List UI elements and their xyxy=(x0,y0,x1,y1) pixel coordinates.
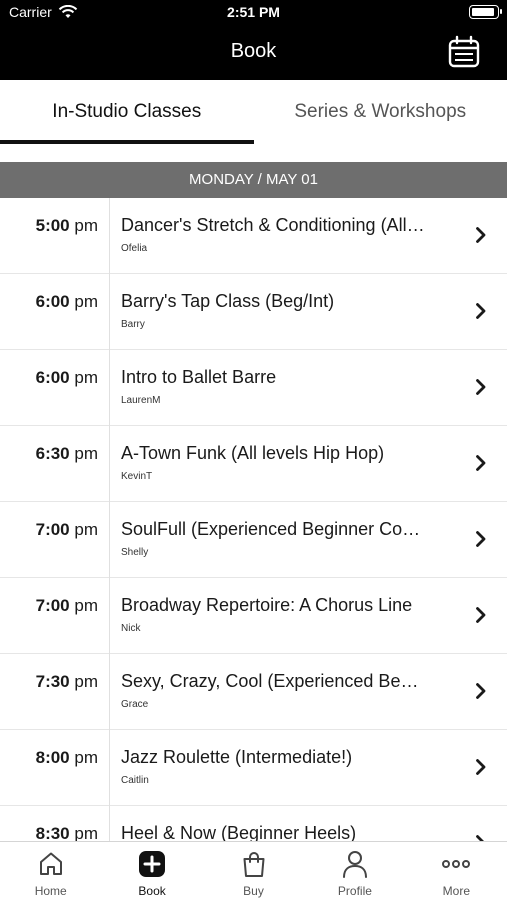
class-name: Broadway Repertoire: A Chorus Line xyxy=(121,595,413,615)
shopping-bag-icon xyxy=(243,852,265,877)
battery-icon xyxy=(469,5,502,19)
chevron-right-icon xyxy=(476,379,486,395)
class-row[interactable]: 7:30 pm Sexy, Crazy, Cool (Experienced B… xyxy=(0,654,507,730)
time-column: 5:00 pm xyxy=(0,198,110,274)
class-name: Dancer's Stretch & Conditioning (All… xyxy=(121,215,425,235)
instructor-name: Grace xyxy=(121,699,149,710)
active-tab-indicator xyxy=(0,140,254,144)
class-list[interactable]: 5:00 pm Dancer's Stretch & Conditioning … xyxy=(0,198,507,841)
instructor-name: Barry xyxy=(121,319,145,330)
class-row[interactable]: 7:00 pm Broadway Repertoire: A Chorus Li… xyxy=(0,578,507,654)
tab-in-studio-classes[interactable]: In-Studio Classes xyxy=(0,80,254,144)
class-time: 7:00 pm xyxy=(35,520,98,539)
status-bar: Carrier 2:51 PM xyxy=(0,0,507,24)
instructor-name: Nick xyxy=(121,623,141,634)
bottom-tab-bar: Home Book Buy Profile More xyxy=(0,841,507,900)
class-row[interactable]: 7:00 pm SoulFull (Experienced Beginner C… xyxy=(0,502,507,578)
class-row[interactable]: 6:00 pm Intro to Ballet Barre LaurenM xyxy=(0,350,507,426)
chevron-right-icon xyxy=(476,227,486,243)
tab-home[interactable]: Home xyxy=(0,842,101,900)
instructor-name: Shelly xyxy=(121,547,149,558)
plus-square-icon xyxy=(139,851,166,877)
class-time: 6:30 pm xyxy=(35,444,98,463)
time-column: 6:00 pm xyxy=(0,350,110,426)
time-column: 8:30 pm xyxy=(0,806,110,841)
class-time: 8:30 pm xyxy=(35,824,98,841)
chevron-right-icon xyxy=(476,531,486,547)
chevron-right-icon xyxy=(476,683,486,699)
class-time: 5:00 pm xyxy=(35,216,98,235)
class-row[interactable]: 6:00 pm Barry's Tap Class (Beg/Int) Barr… xyxy=(0,274,507,350)
tab-series-workshops[interactable]: Series & Workshops xyxy=(254,80,507,144)
class-row[interactable]: 5:00 pm Dancer's Stretch & Conditioning … xyxy=(0,198,507,274)
class-name: A-Town Funk (All levels Hip Hop) xyxy=(121,443,385,463)
tab-label: Profile xyxy=(337,884,372,898)
instructor-name: Ofelia xyxy=(121,243,148,254)
tab-profile[interactable]: Profile xyxy=(304,842,405,900)
person-icon xyxy=(342,851,367,878)
time-column: 6:30 pm xyxy=(0,426,110,502)
chevron-right-icon xyxy=(476,455,486,471)
tab-label: Home xyxy=(34,884,67,898)
class-name: Sexy, Crazy, Cool (Experienced Be… xyxy=(121,671,419,691)
nav-bar: Book xyxy=(0,24,507,80)
calendar-button[interactable] xyxy=(447,35,481,69)
page-title: Book xyxy=(230,40,277,62)
class-time: 7:30 pm xyxy=(35,672,98,691)
more-dots-icon xyxy=(442,860,471,868)
chevron-right-icon xyxy=(476,303,486,319)
tab-more[interactable]: More xyxy=(406,842,507,900)
class-name: Jazz Roulette (Intermediate!) xyxy=(121,747,353,767)
home-icon xyxy=(39,852,62,875)
tab-label: Book xyxy=(138,884,166,898)
class-name: Heel & Now (Beginner Heels) xyxy=(121,823,357,841)
class-time: 6:00 pm xyxy=(35,292,98,311)
class-name: Intro to Ballet Barre xyxy=(121,367,277,387)
instructor-name: Caitlin xyxy=(121,775,149,786)
class-row[interactable]: 8:30 pm Heel & Now (Beginner Heels) xyxy=(0,806,507,841)
chevron-right-icon xyxy=(476,835,484,841)
chevron-right-icon xyxy=(476,607,486,623)
tab-book[interactable]: Book xyxy=(101,842,202,900)
tab-buy[interactable]: Buy xyxy=(203,842,304,900)
chevron-right-icon xyxy=(476,759,486,775)
time-column: 8:00 pm xyxy=(0,730,110,806)
time-column: 6:00 pm xyxy=(0,274,110,350)
calendar-icon xyxy=(448,35,480,68)
instructor-name: KevinT xyxy=(121,471,153,482)
tab-label: In-Studio Classes xyxy=(52,101,202,122)
class-time: 6:00 pm xyxy=(35,368,98,387)
class-row[interactable]: 8:00 pm Jazz Roulette (Intermediate!) Ca… xyxy=(0,730,507,806)
segment-tabs: In-Studio Classes Series & Workshops xyxy=(0,80,507,144)
class-row[interactable]: 6:30 pm A-Town Funk (All levels Hip Hop)… xyxy=(0,426,507,502)
class-time: 8:00 pm xyxy=(35,748,98,767)
time-column: 7:30 pm xyxy=(0,654,110,730)
tab-label: More xyxy=(442,884,470,898)
time-column: 7:00 pm xyxy=(0,578,110,654)
status-time: 2:51 PM xyxy=(227,4,280,20)
day-header: MONDAY / MAY 01 xyxy=(0,162,507,198)
tab-label: Series & Workshops xyxy=(294,101,467,122)
tab-label: Buy xyxy=(243,884,264,898)
class-name: SoulFull (Experienced Beginner Co… xyxy=(121,519,421,539)
class-name: Barry's Tap Class (Beg/Int) xyxy=(121,291,335,311)
instructor-name: LaurenM xyxy=(121,395,161,406)
class-time: 7:00 pm xyxy=(35,596,98,615)
time-column: 7:00 pm xyxy=(0,502,110,578)
